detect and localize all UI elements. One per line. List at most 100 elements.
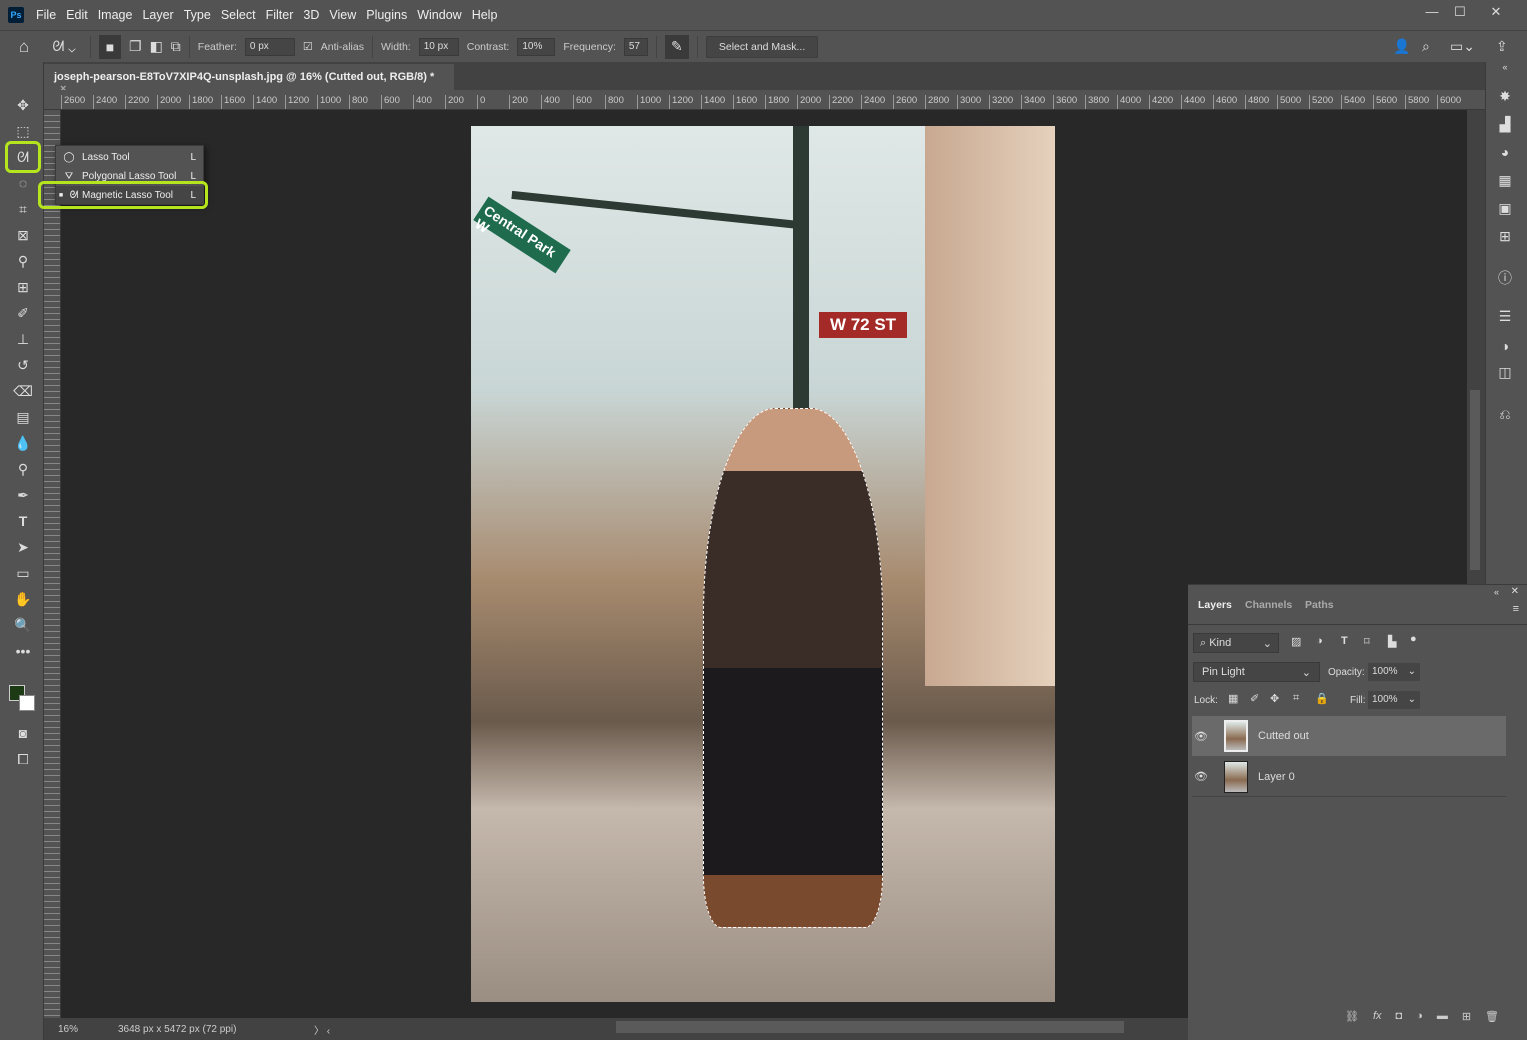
menu-plugins[interactable]: Plugins bbox=[366, 8, 407, 22]
gradient-tool-icon[interactable]: ▤ bbox=[12, 406, 34, 428]
lock-position-icon[interactable]: ✥ bbox=[1270, 692, 1279, 705]
layer-name[interactable]: Cutted out bbox=[1258, 730, 1309, 742]
histogram-icon[interactable]: ▟ bbox=[1495, 116, 1515, 136]
flyout-item-lasso[interactable]: ◯ Lasso Tool L bbox=[56, 148, 204, 166]
opacity-input[interactable]: 100% ⌄ bbox=[1368, 663, 1420, 681]
hand-tool-icon[interactable]: ✋ bbox=[12, 588, 34, 610]
menu-select[interactable]: Select bbox=[221, 8, 256, 22]
menu-layer[interactable]: Layer bbox=[142, 8, 173, 22]
swatches-icon[interactable]: ▦ bbox=[1495, 172, 1515, 192]
screen-mode-icon[interactable]: ⧠ bbox=[12, 748, 34, 770]
add-mask-icon[interactable]: ◘ bbox=[1396, 1010, 1403, 1022]
workspace-icon[interactable]: ▭⌄ bbox=[1450, 38, 1475, 55]
zoom-tool-icon[interactable]: 🔍 bbox=[12, 614, 34, 636]
rectangle-tool-icon[interactable]: ▭ bbox=[12, 562, 34, 584]
collapse-panel-icon[interactable]: « bbox=[1494, 587, 1499, 597]
menu-image[interactable]: Image bbox=[98, 8, 133, 22]
quick-selection-tool-icon[interactable]: ◌ bbox=[12, 172, 34, 194]
close-panel-icon[interactable]: ✕ bbox=[1511, 586, 1519, 597]
home-icon[interactable]: ⌂ bbox=[10, 37, 38, 57]
visibility-eye-icon[interactable]: 👁 bbox=[1192, 770, 1210, 783]
visibility-eye-icon[interactable]: 👁 bbox=[1192, 730, 1210, 743]
history-icon[interactable]: ⎌ bbox=[1495, 406, 1515, 426]
close-window-button[interactable]: ✕ bbox=[1481, 4, 1511, 22]
zoom-level[interactable]: 16% bbox=[44, 1024, 104, 1035]
frame-tool-icon[interactable]: ⊠ bbox=[12, 224, 34, 246]
anti-alias-checkbox[interactable]: ☑ bbox=[303, 40, 313, 53]
lock-pixels-icon[interactable]: ✐ bbox=[1250, 692, 1259, 705]
adjustment-layer-icon[interactable]: ◑ bbox=[1416, 1010, 1423, 1022]
new-selection-icon[interactable]: ■ bbox=[99, 34, 121, 59]
menu-filter[interactable]: Filter bbox=[266, 8, 294, 22]
healing-brush-tool-icon[interactable]: ⊞ bbox=[12, 276, 34, 298]
layer-name[interactable]: Layer 0 bbox=[1258, 771, 1295, 783]
dodge-tool-icon[interactable]: ⚲ bbox=[12, 458, 34, 480]
menu-view[interactable]: View bbox=[329, 8, 356, 22]
brush-tool-icon[interactable]: ✐ bbox=[12, 302, 34, 324]
navigator-icon[interactable]: ✸ bbox=[1495, 88, 1515, 108]
add-to-selection-icon[interactable]: ❐ bbox=[129, 38, 142, 55]
menu-edit[interactable]: Edit bbox=[66, 8, 88, 22]
lock-artboard-icon[interactable]: ⌗ bbox=[1293, 692, 1299, 705]
tab-paths[interactable]: Paths bbox=[1305, 599, 1334, 611]
new-group-icon[interactable]: ▬ bbox=[1437, 1010, 1448, 1022]
contrast-input[interactable] bbox=[517, 37, 556, 56]
lock-transparent-icon[interactable]: ▦ bbox=[1228, 692, 1238, 705]
properties-icon[interactable]: ☰ bbox=[1495, 308, 1515, 328]
document-image[interactable]: Central Park W W 72 ST bbox=[471, 126, 1055, 1002]
menu-file[interactable]: File bbox=[36, 8, 56, 22]
eyedropper-tool-icon[interactable]: ⚲ bbox=[12, 250, 34, 272]
pen-pressure-icon[interactable]: ✎ bbox=[664, 34, 689, 59]
menu-window[interactable]: Window bbox=[417, 8, 461, 22]
horizontal-scroll-thumb[interactable] bbox=[616, 1021, 1124, 1033]
search-icon[interactable]: ⌕ bbox=[1422, 38, 1430, 55]
info-icon[interactable]: ⓘ bbox=[1495, 268, 1515, 288]
quick-mask-icon[interactable]: ◙ bbox=[12, 722, 34, 744]
tab-layers[interactable]: Layers bbox=[1198, 599, 1232, 611]
minimize-button[interactable]: — bbox=[1417, 4, 1447, 22]
fill-input[interactable]: 100% ⌄ bbox=[1368, 691, 1420, 709]
menu-help[interactable]: Help bbox=[472, 8, 498, 22]
background-color-swatch[interactable] bbox=[19, 695, 35, 711]
libraries-icon[interactable]: ◫ bbox=[1495, 364, 1515, 384]
clone-stamp-tool-icon[interactable]: ⊥ bbox=[12, 328, 34, 350]
adjustments-icon[interactable]: ◑ bbox=[1495, 338, 1515, 358]
filter-kind-select[interactable]: ⌕ Kind ⌄ bbox=[1193, 633, 1279, 653]
type-tool-icon[interactable]: T bbox=[12, 510, 34, 532]
width-input[interactable] bbox=[418, 37, 459, 56]
share-user-icon[interactable]: 👤 bbox=[1393, 38, 1410, 55]
gradients-icon[interactable]: ▣ bbox=[1495, 200, 1515, 220]
pen-tool-icon[interactable]: ✒ bbox=[12, 484, 34, 506]
patterns-icon[interactable]: ⊞ bbox=[1495, 228, 1515, 248]
filter-adjustment-icon[interactable]: ◑ bbox=[1316, 635, 1323, 647]
history-brush-tool-icon[interactable]: ↺ bbox=[12, 354, 34, 376]
layer-row-cutted-out[interactable]: 👁 Cutted out bbox=[1192, 716, 1506, 756]
frequency-input[interactable] bbox=[623, 37, 648, 56]
eraser-tool-icon[interactable]: ⌫ bbox=[12, 380, 34, 402]
subtract-from-selection-icon[interactable]: ◧ bbox=[150, 38, 163, 55]
blur-tool-icon[interactable]: 💧 bbox=[12, 432, 34, 454]
lock-all-icon[interactable]: 🔒 bbox=[1315, 692, 1329, 705]
magnetic-lasso-preset-icon[interactable]: ᘛ ⌄ bbox=[46, 38, 82, 55]
menu-3d[interactable]: 3D bbox=[303, 8, 319, 22]
feather-input[interactable] bbox=[244, 37, 295, 56]
status-arrow-icon[interactable]: 〉 ‹ bbox=[314, 1022, 330, 1037]
new-layer-icon[interactable]: ⊞ bbox=[1462, 1010, 1471, 1023]
filter-shape-icon[interactable]: ⌑ bbox=[1364, 635, 1370, 648]
collapse-icon[interactable]: « bbox=[1495, 62, 1515, 82]
intersect-selection-icon[interactable]: ⧉ bbox=[171, 38, 181, 55]
blend-mode-select[interactable]: Pin Light ⌄ bbox=[1193, 662, 1320, 682]
menu-type[interactable]: Type bbox=[184, 8, 211, 22]
scroll-thumb[interactable] bbox=[1470, 390, 1480, 570]
filter-type-icon[interactable]: T bbox=[1341, 635, 1348, 647]
filter-smart-object-icon[interactable]: ▙ bbox=[1388, 635, 1396, 648]
layer-style-fx-icon[interactable]: fx bbox=[1373, 1010, 1382, 1022]
panel-menu-icon[interactable]: ≡ bbox=[1513, 603, 1519, 615]
filter-pixel-icon[interactable]: ▨ bbox=[1291, 635, 1301, 648]
path-selection-tool-icon[interactable]: ➤ bbox=[12, 536, 34, 558]
more-tools-icon[interactable]: ••• bbox=[12, 640, 34, 662]
link-layers-icon[interactable]: ⛓ bbox=[1345, 1010, 1359, 1023]
share-icon[interactable]: ⇪ bbox=[1496, 38, 1508, 55]
select-and-mask-button[interactable]: Select and Mask... bbox=[705, 35, 819, 58]
filter-toggle[interactable]: ● bbox=[1410, 633, 1417, 645]
